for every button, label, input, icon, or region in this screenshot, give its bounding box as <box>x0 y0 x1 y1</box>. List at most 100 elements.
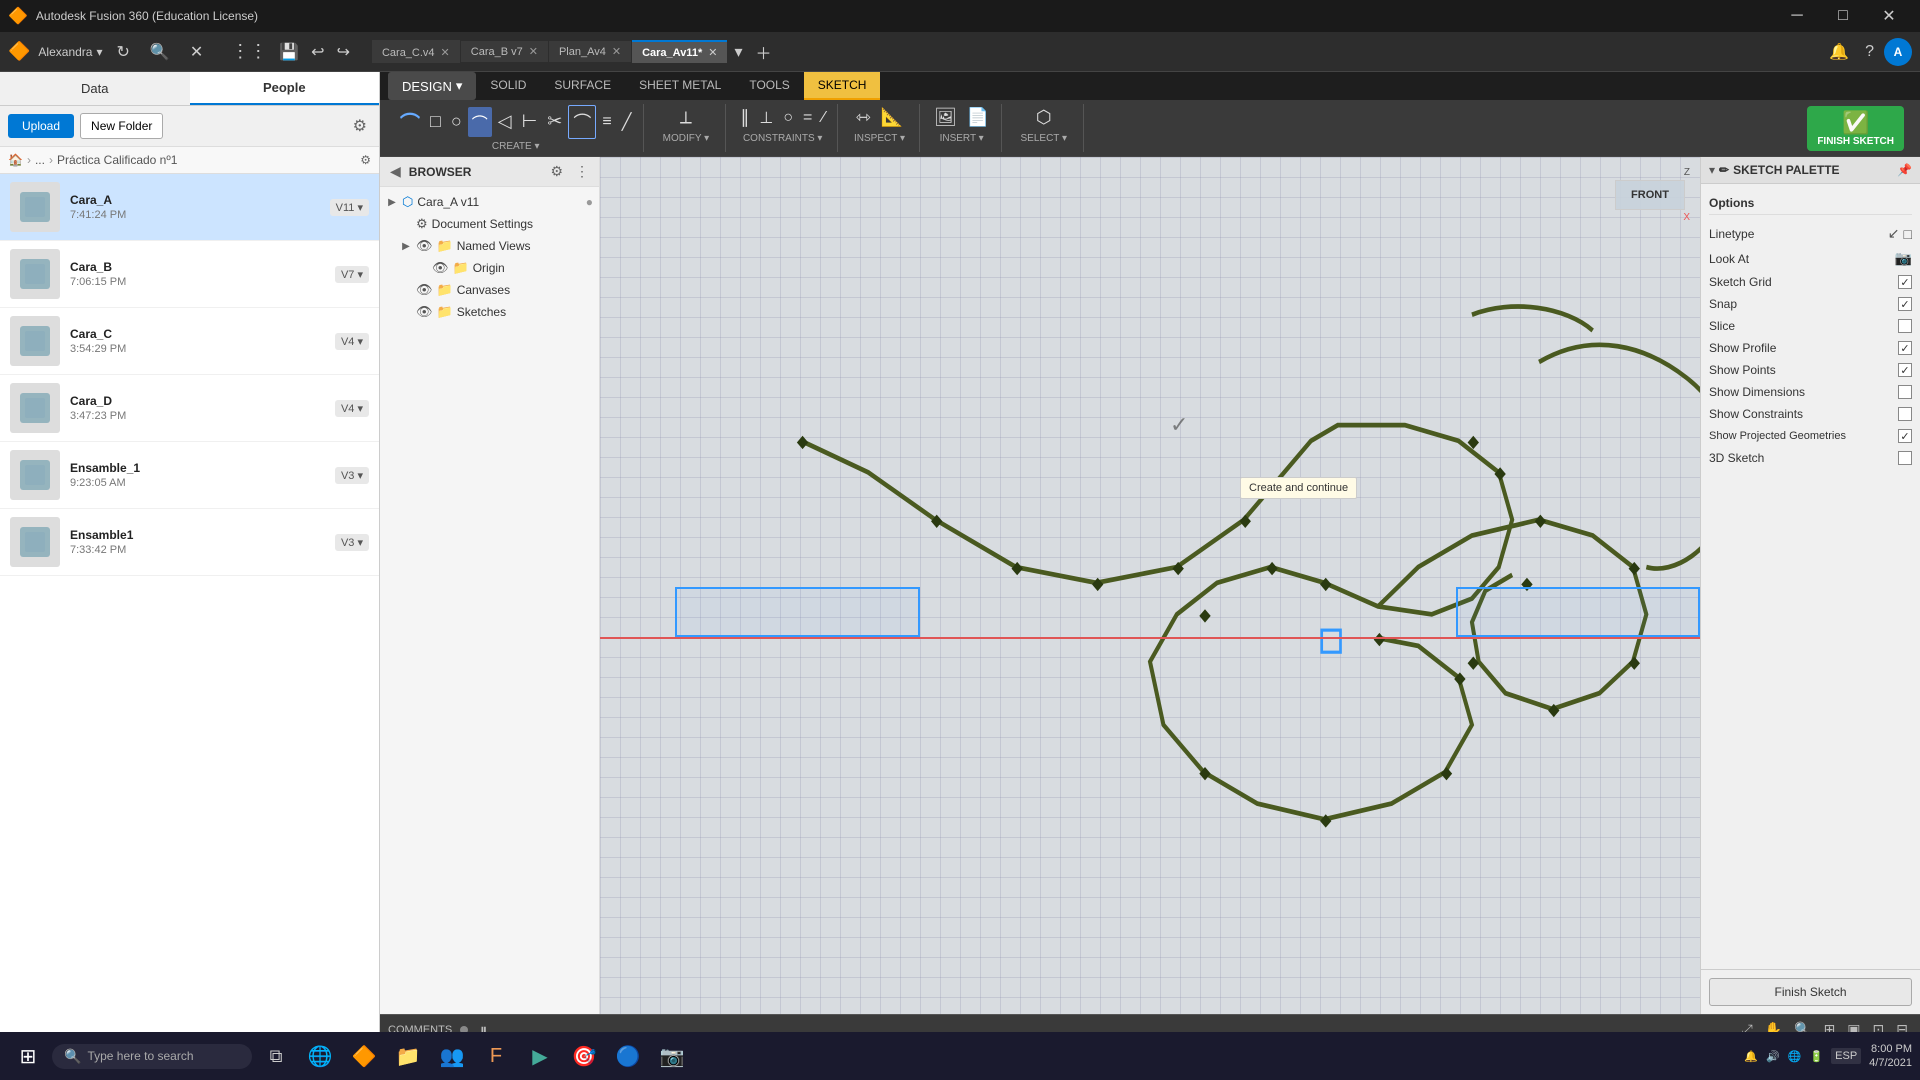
tab-solid[interactable]: SOLID <box>476 72 540 100</box>
file-item-ensamble_1[interactable]: Ensamble_1 9:23:05 AM V3 ▾ <box>0 442 379 509</box>
palette-collapse-button[interactable]: ▾ <box>1709 163 1715 177</box>
sketch-grid-checkbox[interactable]: ✓ <box>1898 275 1912 289</box>
sketch-trim-btn[interactable]: ✂ <box>543 108 566 135</box>
3d-sketch-checkbox[interactable] <box>1898 451 1912 465</box>
inspect-measure-btn[interactable]: ⇿ <box>852 104 875 131</box>
tab-surface[interactable]: SURFACE <box>540 72 625 100</box>
tab-sketch[interactable]: SKETCH <box>804 72 881 100</box>
maximize-button[interactable]: □ <box>1820 0 1866 32</box>
search-button[interactable]: 🔍 <box>144 38 176 66</box>
constraints-eq-btn[interactable]: = <box>799 106 816 130</box>
constraints-coin-btn[interactable]: ○ <box>779 106 797 130</box>
new-folder-button[interactable]: New Folder <box>80 113 163 139</box>
upload-button[interactable]: Upload <box>8 114 74 138</box>
palette-pin-button[interactable]: 📌 <box>1897 163 1912 177</box>
show-profile-checkbox[interactable]: ✓ <box>1898 341 1912 355</box>
design-dropdown[interactable]: DESIGN ▾ <box>388 72 476 100</box>
taskbar-explorer[interactable]: 📁 <box>388 1036 428 1076</box>
file-item-ensamble1[interactable]: Ensamble1 7:33:42 PM V3 ▾ <box>0 509 379 576</box>
sketch-fillet-btn[interactable]: ⌒ <box>568 105 596 139</box>
undo-button[interactable]: ↩ <box>305 38 330 66</box>
settings-button[interactable]: ⚙ <box>349 112 371 140</box>
viewcube-front[interactable]: FRONT <box>1615 180 1685 210</box>
tab-tools[interactable]: TOOLS <box>735 72 803 100</box>
browser-doc-settings[interactable]: ⚙ Document Settings <box>380 213 599 235</box>
file-version[interactable]: V3 ▾ <box>335 534 369 551</box>
browser-settings-button[interactable]: ⚙ <box>546 161 567 182</box>
refresh-button[interactable]: ↻ <box>111 38 136 66</box>
notifications-button[interactable]: 🔔 <box>1823 38 1855 66</box>
show-dimensions-checkbox[interactable] <box>1898 385 1912 399</box>
breadcrumb-home[interactable]: 🏠 <box>8 153 23 167</box>
sketch-mirror-btn[interactable]: ╱ <box>618 109 636 135</box>
tab-data[interactable]: Data <box>0 72 190 105</box>
sketch-arc-btn[interactable]: ⌒ <box>468 107 492 137</box>
finish-sketch-bottom-button[interactable]: Finish Sketch <box>1709 978 1912 1006</box>
file-item-cara_c[interactable]: Cara_C 3:54:29 PM V4 ▾ <box>0 308 379 375</box>
file-version[interactable]: V3 ▾ <box>335 467 369 484</box>
sketch-poly-btn[interactable]: ◁ <box>494 108 516 135</box>
file-item-cara_a[interactable]: Cara_A 7:41:24 PM V11 ▾ <box>0 174 379 241</box>
constraints-parallel-btn[interactable]: ∥ <box>736 104 753 131</box>
tab-cara-av11-close[interactable]: ✕ <box>708 46 717 59</box>
taskbar-app7[interactable]: 🎯 <box>564 1036 604 1076</box>
sketch-offset-btn[interactable]: ≡ <box>598 110 615 134</box>
taskbar-edge[interactable]: 🌐 <box>300 1036 340 1076</box>
file-item-cara_d[interactable]: Cara_D 3:47:23 PM V4 ▾ <box>0 375 379 442</box>
tab-cara-c[interactable]: Cara_C.v4 ✕ <box>372 40 460 63</box>
browser-canvases[interactable]: 👁 📁 Canvases <box>380 279 599 301</box>
breadcrumb-project[interactable]: Práctica Calificado nº1 <box>57 153 177 167</box>
file-version[interactable]: V4 ▾ <box>335 400 369 417</box>
browser-origin[interactable]: 👁 📁 Origin <box>380 257 599 279</box>
browser-more-button[interactable]: ⋮ <box>571 161 593 182</box>
taskbar-fusion[interactable]: 🔶 <box>344 1036 384 1076</box>
minimize-button[interactable]: ─ <box>1774 0 1820 32</box>
sketch-line2-btn[interactable]: ⊢ <box>518 108 542 135</box>
tab-cara-b[interactable]: Cara_B v7 ✕ <box>461 41 548 62</box>
browser-root-item[interactable]: ▶ ⬡ Cara_A v11 ● <box>380 191 599 213</box>
taskbar-app5[interactable]: F <box>476 1036 516 1076</box>
file-version[interactable]: V11 ▾ <box>330 199 369 216</box>
browser-named-views[interactable]: ▶ 👁 📁 Named Views <box>380 235 599 257</box>
workspace-icon[interactable]: ⚙ <box>360 153 371 167</box>
start-button[interactable]: ⊞ <box>8 1036 48 1076</box>
look-at-button[interactable]: 📷 <box>1895 250 1912 267</box>
sketch-circle-btn[interactable]: ○ <box>447 108 466 135</box>
tab-sheet-metal[interactable]: SHEET METAL <box>625 72 735 100</box>
file-version[interactable]: V7 ▾ <box>335 266 369 283</box>
help-button[interactable]: ? <box>1859 38 1880 66</box>
close-nav-button[interactable]: ✕ <box>184 38 209 66</box>
show-projected-checkbox[interactable]: ✓ <box>1898 429 1912 443</box>
slice-checkbox[interactable] <box>1898 319 1912 333</box>
browser-collapse-button[interactable]: ◀ <box>386 161 405 182</box>
taskbar-teams[interactable]: 👥 <box>432 1036 472 1076</box>
user-avatar[interactable]: A <box>1884 38 1912 66</box>
linetype-icon1-button[interactable]: ↙ <box>1888 225 1900 242</box>
user-menu[interactable]: Alexandra ▾ <box>38 45 102 59</box>
redo-button[interactable]: ↪ <box>331 38 356 66</box>
linetype-icon2-button[interactable]: □ <box>1904 226 1912 242</box>
tab-plan-a[interactable]: Plan_Av4 ✕ <box>549 41 631 62</box>
canvas-area[interactable]: Create and continue ✓ Z FRONT <box>600 157 1700 1014</box>
constraints-perp-btn[interactable]: ⊥ <box>755 105 777 131</box>
file-version[interactable]: V4 ▾ <box>335 333 369 350</box>
tab-people[interactable]: People <box>190 72 380 105</box>
grid-view-button[interactable]: ⋮⋮ <box>225 37 273 66</box>
snap-checkbox[interactable]: ✓ <box>1898 297 1912 311</box>
breadcrumb-dots[interactable]: ... <box>35 153 45 167</box>
sketch-rect-btn[interactable]: □ <box>426 108 445 135</box>
file-item-cara_b[interactable]: Cara_B 7:06:15 PM V7 ▾ <box>0 241 379 308</box>
save-button[interactable]: 💾 <box>273 38 305 66</box>
show-constraints-checkbox[interactable] <box>1898 407 1912 421</box>
browser-sketches[interactable]: 👁 📁 Sketches <box>380 301 599 323</box>
constraints-tang-btn[interactable]: ∕ <box>818 106 829 130</box>
show-points-checkbox[interactable]: ✓ <box>1898 363 1912 377</box>
taskbar-app6[interactable]: ▶ <box>520 1036 560 1076</box>
insert-dxf-btn[interactable]: 📄 <box>963 104 993 131</box>
taskbar-search[interactable]: 🔍 Type here to search <box>52 1044 252 1069</box>
close-button[interactable]: ✕ <box>1866 0 1912 32</box>
tab-plan-a-close[interactable]: ✕ <box>612 45 621 58</box>
tab-cara-b-close[interactable]: ✕ <box>529 45 538 58</box>
modify-stretch-btn[interactable]: ⟂ <box>676 104 696 131</box>
inspect-section-btn[interactable]: 📐 <box>877 104 907 131</box>
